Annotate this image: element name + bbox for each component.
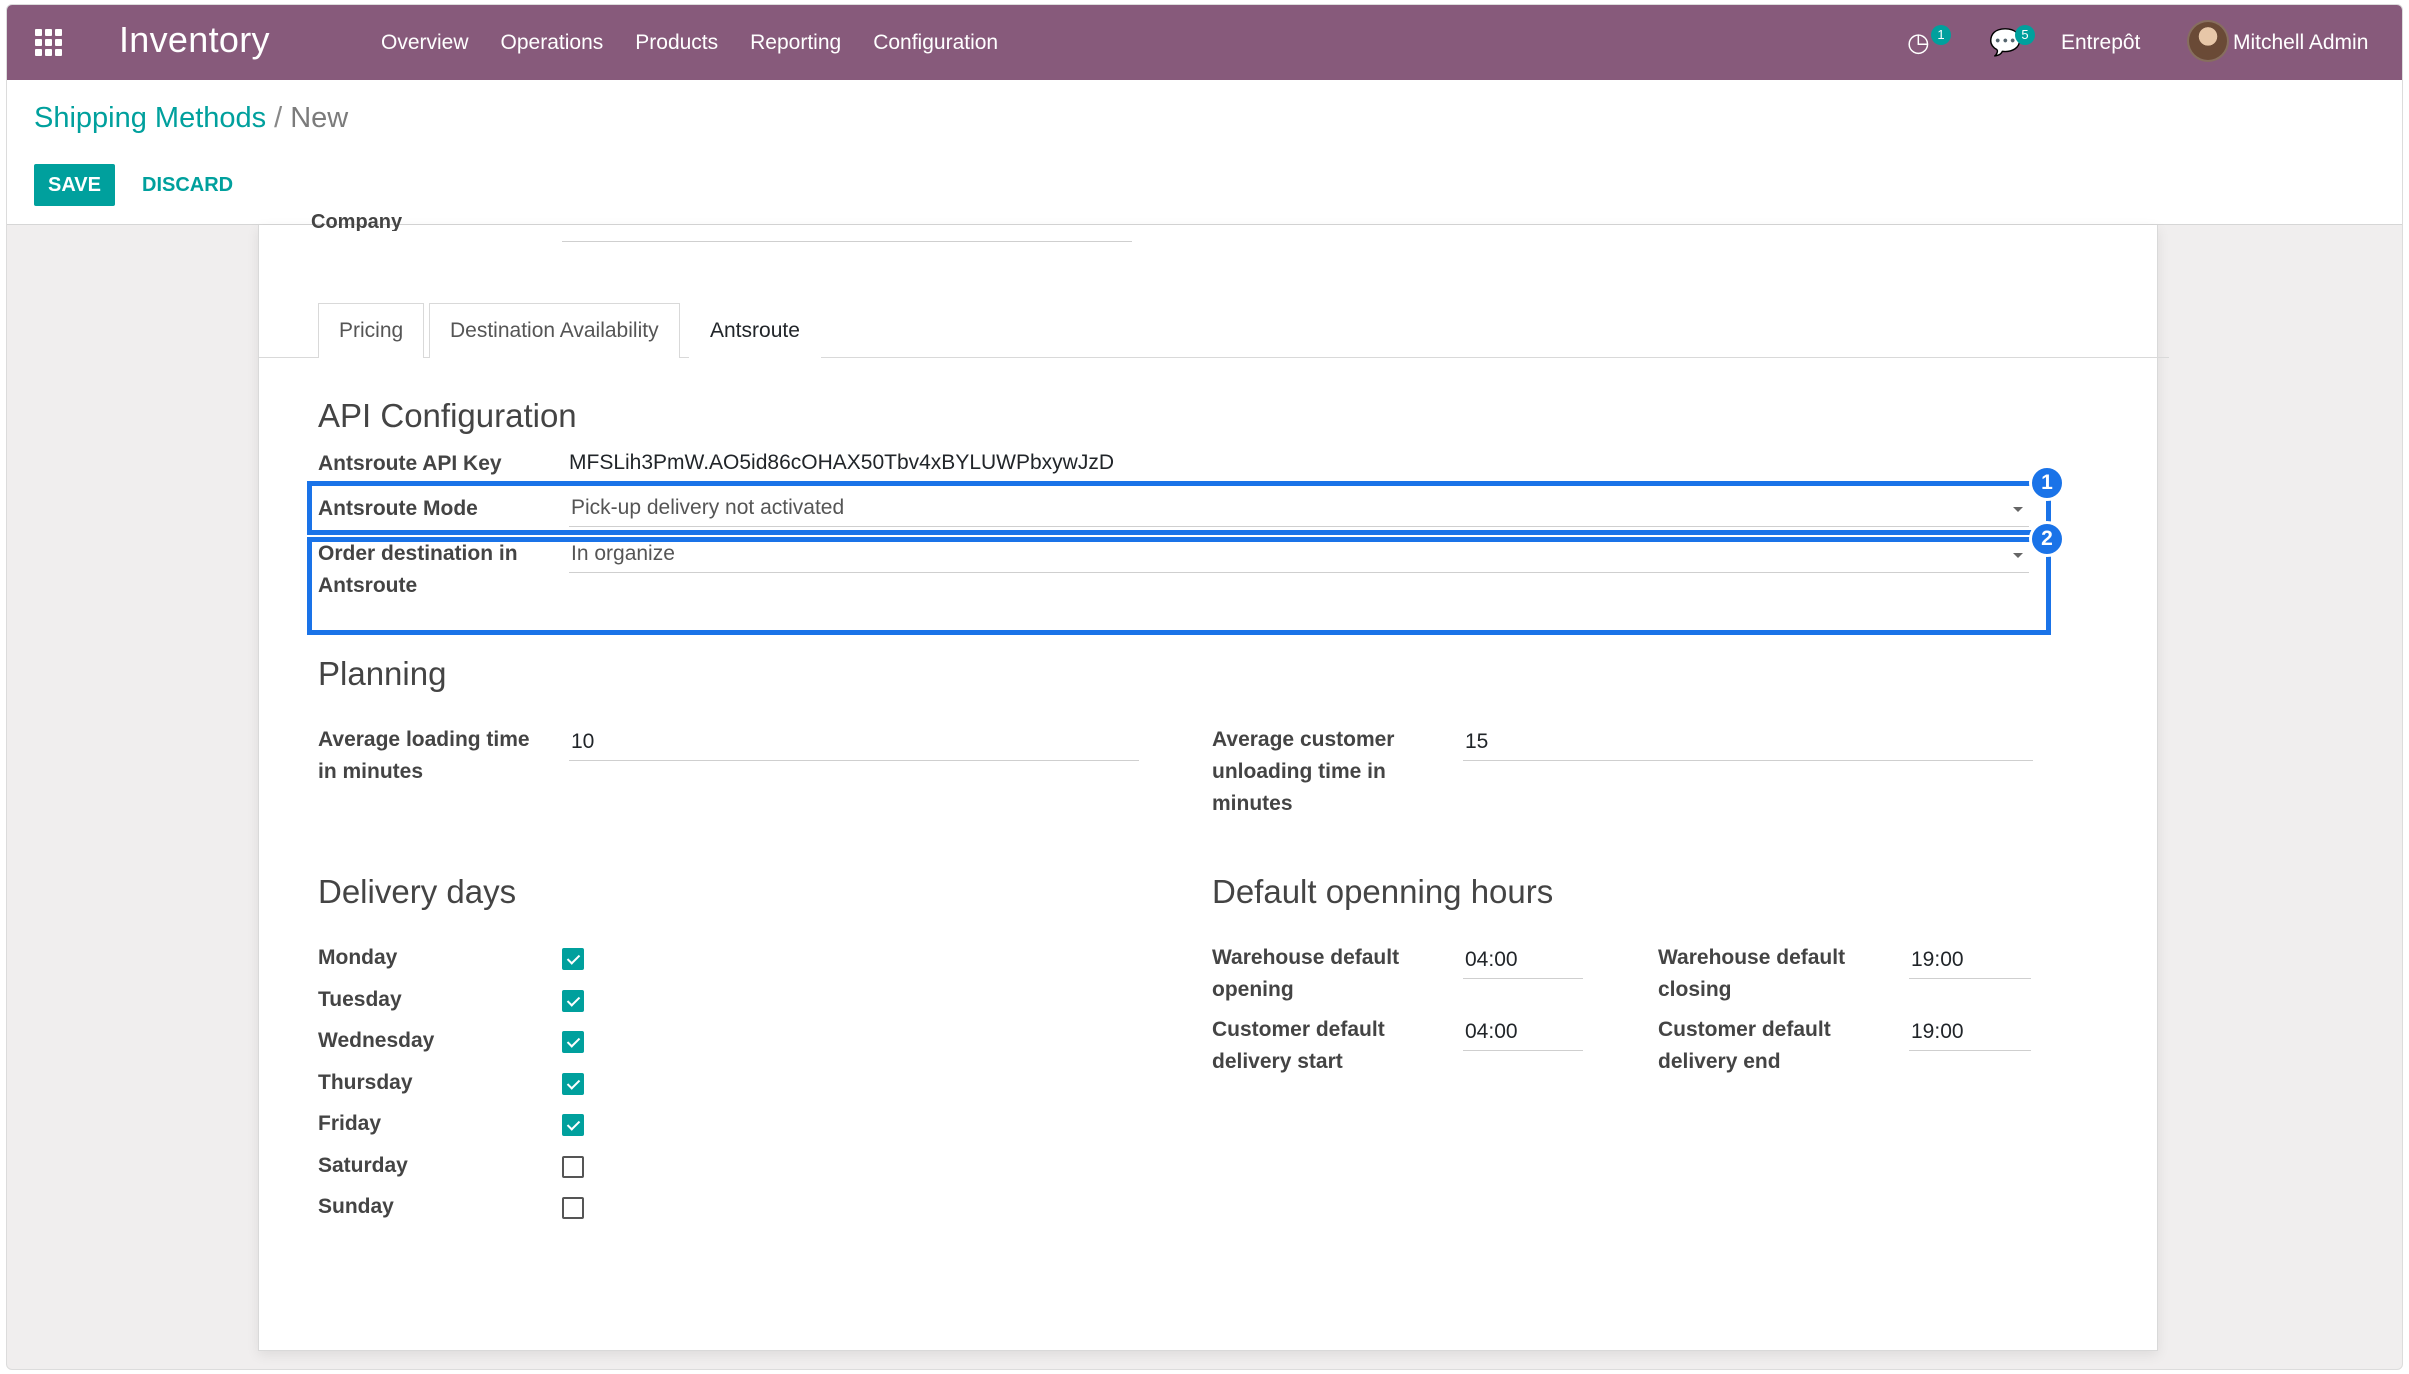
app-title[interactable]: Inventory bbox=[119, 19, 270, 61]
control-panel: Shipping Methods / New SAVE DISCARD bbox=[7, 80, 2402, 225]
tab-destination-availability[interactable]: Destination Availability bbox=[429, 303, 680, 358]
unloading-time-input[interactable]: 15 bbox=[1463, 727, 2033, 761]
company-switcher[interactable]: Entrepôt bbox=[2061, 5, 2140, 80]
company-field[interactable] bbox=[562, 241, 1132, 242]
customer-delivery-start-label: Customer default delivery start bbox=[1212, 1018, 1385, 1073]
highlight-box-2 bbox=[307, 537, 2051, 635]
menu-reporting[interactable]: Reporting bbox=[734, 5, 857, 80]
warehouse-opening-label: Warehouse default opening bbox=[1212, 946, 1400, 1001]
day-label-friday: Friday bbox=[318, 1112, 382, 1135]
day-label-monday: Monday bbox=[318, 946, 398, 969]
checkbox-tuesday[interactable] bbox=[562, 990, 584, 1012]
day-label-sunday: Sunday bbox=[318, 1195, 394, 1218]
form-sheet: Company Pricing Destination Availability… bbox=[258, 211, 2169, 1351]
menu-overview[interactable]: Overview bbox=[365, 5, 485, 80]
menu-operations[interactable]: Operations bbox=[485, 5, 620, 80]
api-configuration-title: API Configuration bbox=[318, 397, 577, 434]
customer-delivery-start-input[interactable]: 04:00 bbox=[1463, 1017, 1583, 1051]
checkbox-wednesday[interactable] bbox=[562, 1031, 584, 1053]
unloading-time-label: Average customer unloading time in minut… bbox=[1212, 728, 1395, 815]
top-navbar: Inventory Overview Operations Products R… bbox=[7, 5, 2402, 80]
day-label-thursday: Thursday bbox=[318, 1071, 413, 1094]
loading-time-input[interactable]: 10 bbox=[569, 727, 1139, 761]
api-key-label: Antsroute API Key bbox=[318, 452, 502, 475]
highlight-badge-2: 2 bbox=[2029, 521, 2065, 557]
day-label-tuesday: Tuesday bbox=[318, 988, 402, 1011]
apps-grid-icon[interactable] bbox=[35, 29, 65, 59]
checkbox-thursday[interactable] bbox=[562, 1073, 584, 1095]
highlight-box-1 bbox=[307, 481, 2051, 535]
breadcrumb-current: New bbox=[290, 102, 349, 134]
breadcrumb: Shipping Methods / New bbox=[34, 102, 348, 135]
menu-configuration[interactable]: Configuration bbox=[857, 5, 1014, 80]
menu-products[interactable]: Products bbox=[619, 5, 734, 80]
opening-hours-title: Default openning hours bbox=[1212, 873, 1554, 910]
messages-count-badge: 5 bbox=[2015, 25, 2035, 45]
checkbox-saturday[interactable] bbox=[562, 1156, 584, 1178]
activity-count-badge: 1 bbox=[1931, 25, 1951, 45]
highlight-badge-1: 1 bbox=[2029, 465, 2065, 501]
day-label-wednesday: Wednesday bbox=[318, 1029, 435, 1052]
loading-time-label: Average loading time in minutes bbox=[318, 728, 530, 783]
day-label-saturday: Saturday bbox=[318, 1154, 408, 1177]
api-key-field[interactable]: MFSLih3PmW.AO5id86cOHAX50Tbv4xBYLUWPbxyw… bbox=[569, 451, 1114, 475]
customer-delivery-end-label: Customer default delivery end bbox=[1658, 1018, 1831, 1073]
notebook-tabs: Pricing Destination Availability Antsrou… bbox=[259, 303, 2169, 358]
warehouse-closing-label: Warehouse default closing bbox=[1658, 946, 1846, 1001]
planning-title: Planning bbox=[318, 655, 447, 692]
app-window: Inventory Overview Operations Products R… bbox=[6, 4, 2403, 1370]
company-label: Company bbox=[311, 211, 403, 231]
checkbox-monday[interactable] bbox=[562, 948, 584, 970]
tab-antsroute[interactable]: Antsroute bbox=[689, 303, 821, 358]
warehouse-closing-input[interactable]: 19:00 bbox=[1909, 945, 2031, 979]
user-avatar[interactable] bbox=[2187, 20, 2229, 62]
customer-delivery-end-input[interactable]: 19:00 bbox=[1909, 1017, 2031, 1051]
breadcrumb-separator: / bbox=[274, 102, 283, 134]
breadcrumb-shipping-methods[interactable]: Shipping Methods bbox=[34, 102, 266, 134]
checkbox-sunday[interactable] bbox=[562, 1197, 584, 1219]
warehouse-opening-input[interactable]: 04:00 bbox=[1463, 945, 1583, 979]
checkbox-friday[interactable] bbox=[562, 1114, 584, 1136]
activity-clock-icon[interactable]: ◷ bbox=[1907, 27, 1930, 58]
discard-button[interactable]: DISCARD bbox=[142, 164, 233, 206]
tab-pricing[interactable]: Pricing bbox=[318, 303, 425, 358]
delivery-days-title: Delivery days bbox=[318, 873, 517, 910]
save-button[interactable]: SAVE bbox=[34, 164, 115, 206]
user-menu[interactable]: Mitchell Admin bbox=[2233, 5, 2368, 80]
main-menu: Overview Operations Products Reporting C… bbox=[365, 5, 1014, 80]
